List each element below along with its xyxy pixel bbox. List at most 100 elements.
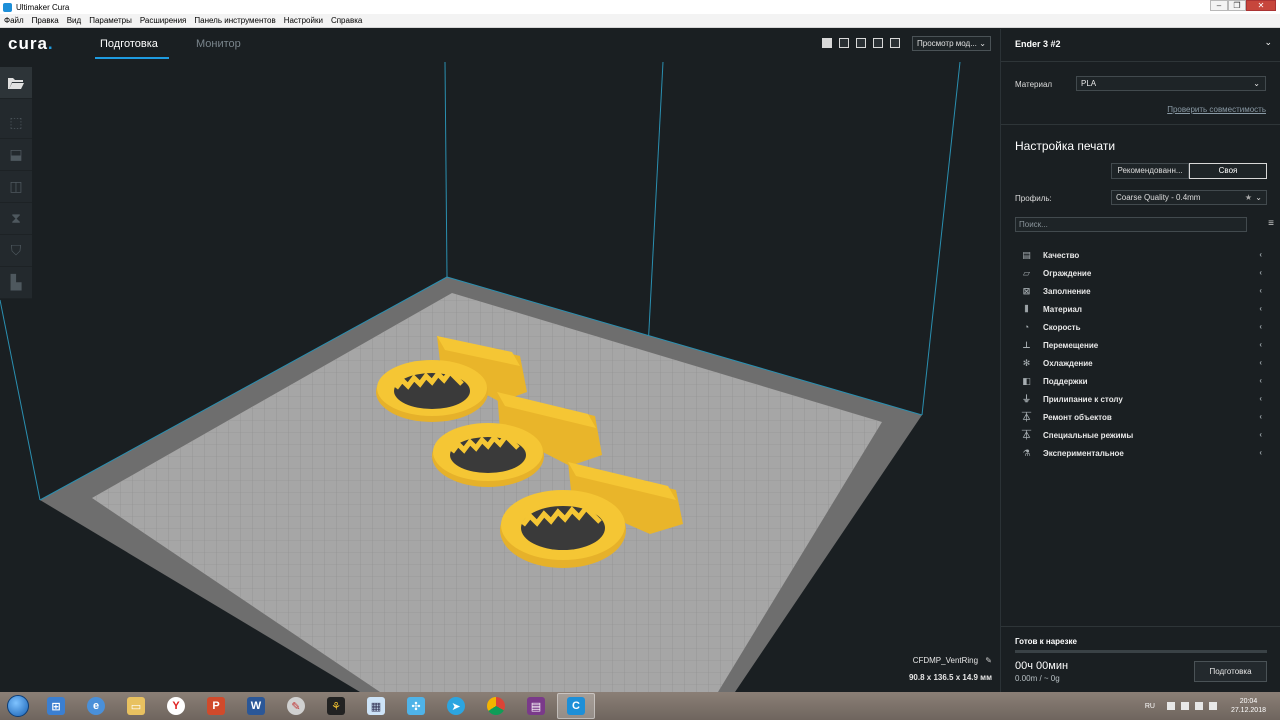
taskbar-app[interactable]: e xyxy=(77,693,115,719)
category-travel[interactable]: ⊥ Перемещение ‹ xyxy=(1021,336,1262,354)
taskbar-app[interactable]: ⊞ xyxy=(37,693,75,719)
category-mesh-fix[interactable]: ⏄ Ремонт объектов ‹ xyxy=(1021,408,1262,426)
profile-label: Профиль: xyxy=(1015,194,1052,203)
title-bar: Ultimaker Cura – ❐ ✕ xyxy=(0,0,1280,14)
category-material[interactable]: ⦀ Материал ‹ xyxy=(1021,300,1262,318)
category-quality[interactable]: ▤ Качество ‹ xyxy=(1021,246,1262,264)
close-button[interactable]: ✕ xyxy=(1246,0,1276,11)
material-label: Материал xyxy=(1015,80,1053,89)
volume-edge xyxy=(444,62,448,278)
view-mode-select[interactable]: Просмотр мод... ⌄ xyxy=(912,36,991,51)
menu-edit[interactable]: Правка xyxy=(28,16,63,25)
windows-logo-icon xyxy=(7,695,29,717)
menu-view[interactable]: Вид xyxy=(63,16,85,25)
start-button[interactable] xyxy=(0,692,36,720)
volume-icon[interactable] xyxy=(1208,702,1217,710)
tray-arrow-icon[interactable] xyxy=(1166,702,1175,710)
category-label: Охлаждение xyxy=(1043,358,1093,368)
taskbar-app[interactable]: ✣ xyxy=(397,693,435,719)
left-toolbar: ⬚ ⬓ ◫ ⧗ ⛉ ▙ xyxy=(0,67,32,299)
move-icon[interactable]: ⬚ xyxy=(0,107,32,139)
menu-toolbox[interactable]: Панель инструментов xyxy=(190,16,279,25)
restore-button[interactable]: ❐ xyxy=(1228,0,1246,11)
taskbar-app[interactable]: ▤ xyxy=(517,693,555,719)
clock[interactable]: 20:04 27.12.2018 xyxy=(1231,697,1266,715)
taskbar-app[interactable]: W xyxy=(237,693,275,719)
tab-monitor[interactable]: Монитор xyxy=(196,38,241,50)
settings-search-input[interactable]: Поиск... xyxy=(1015,217,1247,232)
chevron-down-icon: ⌄ xyxy=(979,39,986,48)
category-label: Поддержки xyxy=(1043,376,1088,386)
hamburger-menu-icon[interactable]: ≡ xyxy=(1268,218,1274,229)
recommended-mode-button[interactable]: Рекомендованн... xyxy=(1111,163,1189,179)
taskbar-app[interactable]: ⚘ xyxy=(317,693,355,719)
tray-app-icon[interactable] xyxy=(1180,702,1189,710)
category-label: Ремонт объектов xyxy=(1043,412,1112,422)
paint-icon: ✎ xyxy=(287,697,305,715)
taskbar-app-cura[interactable]: C xyxy=(557,693,595,719)
menu-bar: Файл Правка Вид Параметры Расширения Пан… xyxy=(0,14,1280,28)
support-blocker-icon[interactable]: ▙ xyxy=(0,267,32,299)
scale-icon[interactable]: ⬓ xyxy=(0,139,32,171)
menu-settings-params[interactable]: Параметры xyxy=(85,16,136,25)
folder-open-icon[interactable] xyxy=(0,67,32,99)
menu-preferences[interactable]: Настройки xyxy=(280,16,327,25)
chevron-left-icon: ‹ xyxy=(1259,304,1262,313)
custom-mode-button[interactable]: Своя xyxy=(1189,163,1267,179)
category-support[interactable]: ◧ Поддержки ‹ xyxy=(1021,372,1262,390)
front-view-icon[interactable] xyxy=(839,38,849,48)
category-label: Перемещение xyxy=(1043,340,1099,350)
taskbar-app[interactable]: ▦ xyxy=(357,693,395,719)
window-controls: – ❐ ✕ xyxy=(1210,0,1276,12)
profile-select[interactable]: Coarse Quality - 0.4mm ★ ⌄ xyxy=(1111,190,1267,205)
menu-extensions[interactable]: Расширения xyxy=(136,16,191,25)
tab-prepare[interactable]: Подготовка xyxy=(100,38,158,50)
chrome-icon xyxy=(487,697,505,715)
category-cooling[interactable]: ✻ Охлаждение ‹ xyxy=(1021,354,1262,372)
menu-file[interactable]: Файл xyxy=(0,16,28,25)
camera-view-buttons xyxy=(822,38,900,48)
network-icon[interactable] xyxy=(1194,702,1203,710)
category-speed[interactable]: ◔ Скорость ‹ xyxy=(1021,318,1262,336)
winrar-icon: ▤ xyxy=(527,697,545,715)
chevron-down-icon[interactable]: ⌄ xyxy=(1264,37,1272,48)
taskbar-app[interactable] xyxy=(477,693,515,719)
top-view-icon[interactable] xyxy=(856,38,866,48)
material-select[interactable]: PLA ⌄ xyxy=(1076,76,1266,91)
chevron-left-icon: ‹ xyxy=(1259,430,1262,439)
taskbar-app[interactable]: Y xyxy=(157,693,195,719)
taskbar-app[interactable]: ➤ xyxy=(437,693,475,719)
printer-selector[interactable]: Ender 3 #2 xyxy=(1015,39,1061,49)
slice-button[interactable]: Подготовка xyxy=(1194,661,1267,682)
divider xyxy=(1001,626,1280,627)
chevron-left-icon: ‹ xyxy=(1259,358,1262,367)
rotate-icon[interactable]: ◫ xyxy=(0,171,32,203)
per-model-settings-icon[interactable]: ⛉ xyxy=(0,235,32,267)
category-shell[interactable]: ⏥ Ограждение ‹ xyxy=(1021,264,1262,282)
powerpoint-icon: P xyxy=(207,697,225,715)
category-infill[interactable]: ⊠ Заполнение ‹ xyxy=(1021,282,1262,300)
category-special-modes[interactable]: ⏄ Специальные режимы ‹ xyxy=(1021,426,1262,444)
language-indicator[interactable]: RU xyxy=(1145,703,1155,710)
menu-help[interactable]: Справка xyxy=(327,16,366,25)
taskbar-app[interactable]: ▭ xyxy=(117,693,155,719)
ie-icon: e xyxy=(87,697,105,715)
category-label: Специальные режимы xyxy=(1043,430,1134,440)
right-view-icon[interactable] xyxy=(890,38,900,48)
minimize-button[interactable]: – xyxy=(1210,0,1228,11)
taskbar-app[interactable]: ✎ xyxy=(277,693,315,719)
category-experimental[interactable]: ⚗ Экспериментальное ‹ xyxy=(1021,444,1262,462)
pencil-icon[interactable]: ✎ xyxy=(985,656,992,665)
check-compatibility-link[interactable]: Проверить совместимость xyxy=(1167,105,1266,114)
profile-value: Coarse Quality - 0.4mm xyxy=(1116,193,1201,202)
left-view-icon[interactable] xyxy=(873,38,883,48)
chevron-left-icon: ‹ xyxy=(1259,250,1262,259)
mirror-icon[interactable]: ⧗ xyxy=(0,203,32,235)
3d-viewport[interactable] xyxy=(0,62,1000,692)
experimental-icon: ⚗ xyxy=(1022,447,1031,458)
chevron-left-icon: ‹ xyxy=(1259,268,1262,277)
category-adhesion[interactable]: ⏚ Прилипание к столу ‹ xyxy=(1021,390,1262,408)
chevron-left-icon: ‹ xyxy=(1259,340,1262,349)
taskbar-app[interactable]: P xyxy=(197,693,235,719)
3d-view-icon[interactable] xyxy=(822,38,832,48)
